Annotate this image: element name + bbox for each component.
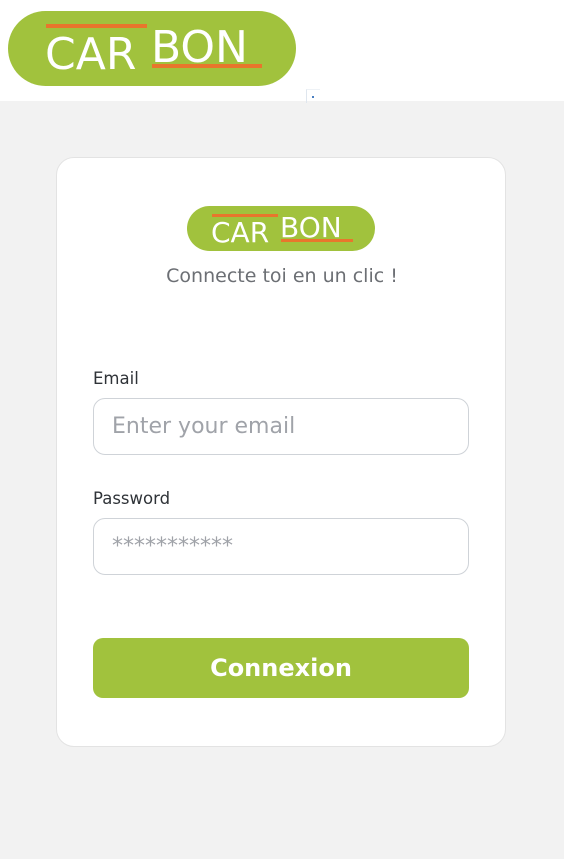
logo-text-bon: BON bbox=[151, 22, 248, 73]
carbon-logo-graphic: CAR BON bbox=[45, 22, 262, 80]
carbon-logo-card: CAR BON bbox=[187, 206, 375, 251]
carbon-logo-graphic: CAR BON bbox=[211, 211, 353, 249]
email-label: Email bbox=[93, 369, 139, 388]
top-header-bar: CAR BON bbox=[0, 0, 564, 101]
connexion-button[interactable]: Connexion bbox=[93, 638, 469, 698]
login-subtitle: Connecte toi en un clic ! bbox=[166, 265, 398, 287]
password-input[interactable] bbox=[93, 518, 469, 575]
logo-text-car: CAR bbox=[211, 216, 269, 249]
logo-text-car: CAR bbox=[45, 29, 136, 80]
logo-text-bon: BON bbox=[280, 211, 342, 244]
password-label: Password bbox=[93, 489, 171, 508]
broken-image-icon bbox=[306, 89, 320, 103]
carbon-logo-header[interactable]: CAR BON bbox=[8, 11, 296, 86]
email-input[interactable] bbox=[93, 398, 469, 455]
